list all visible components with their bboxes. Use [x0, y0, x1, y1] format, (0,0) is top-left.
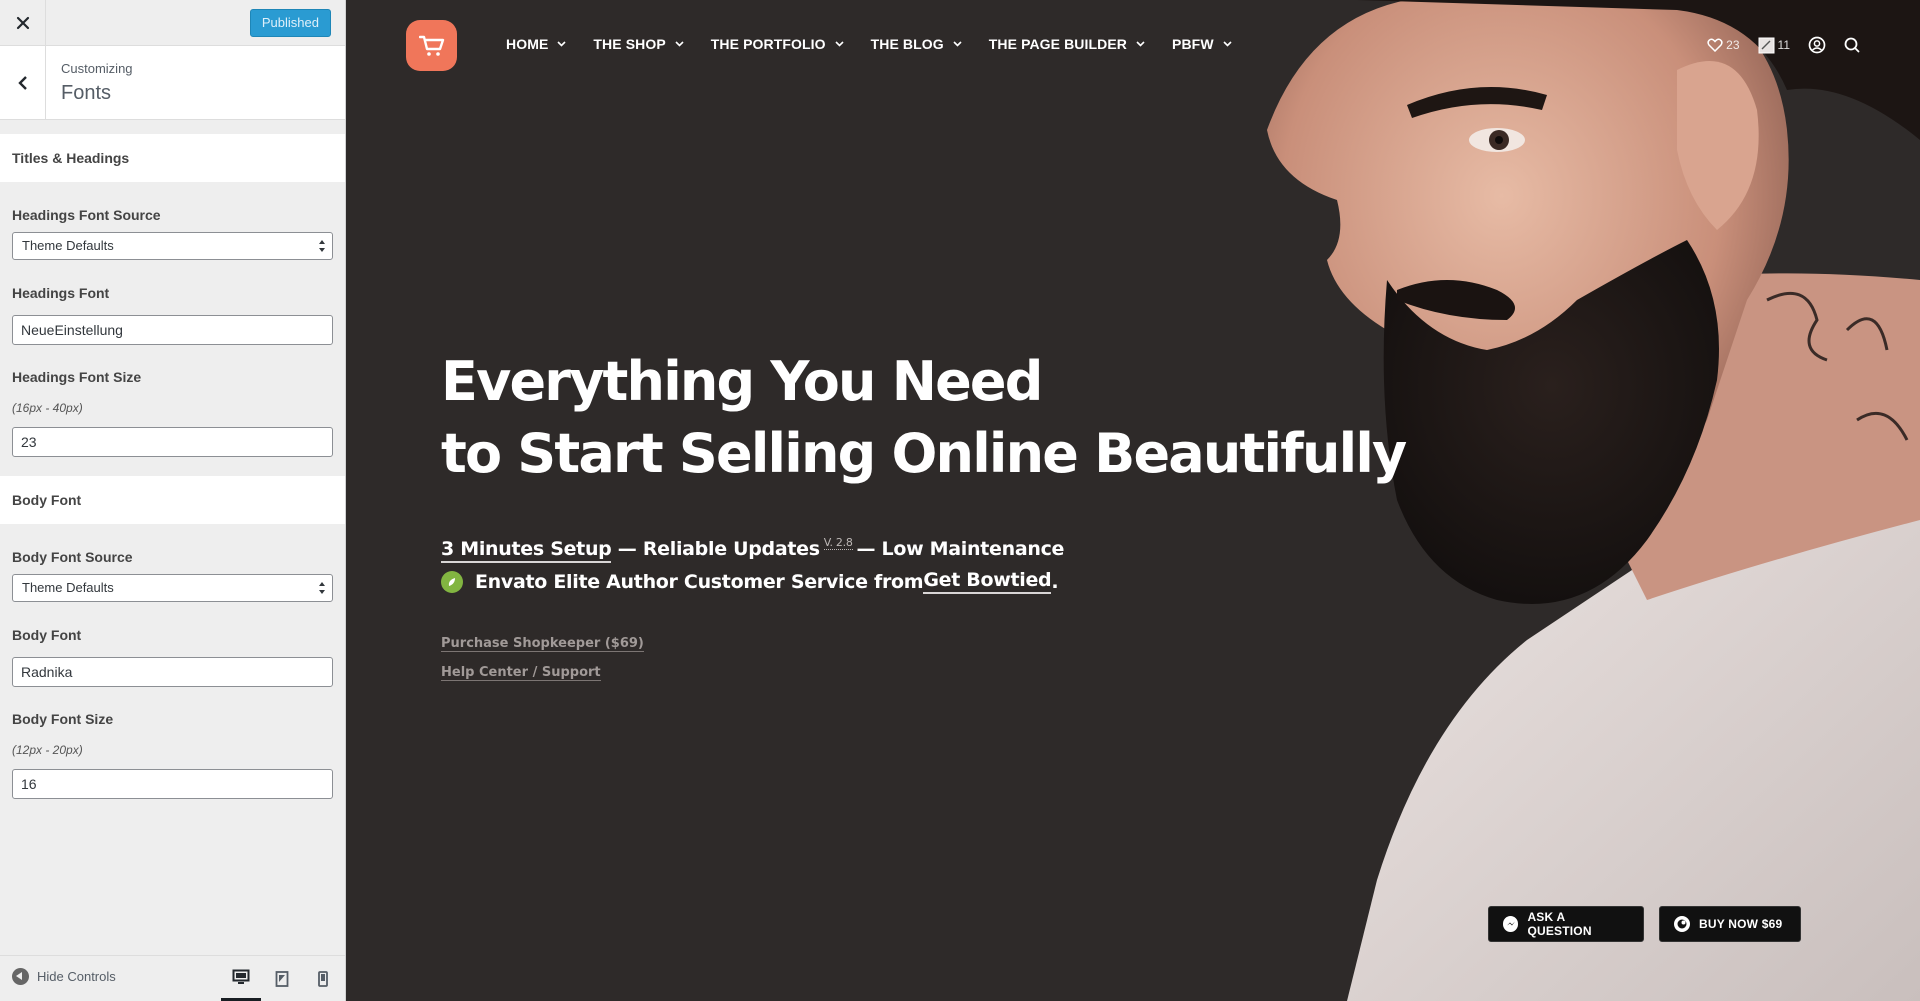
nav-item-blog[interactable]: THE BLOG	[871, 36, 962, 52]
main-nav: HOME THE SHOP THE PORTFOLIO THE BLOG THE…	[506, 36, 1259, 52]
help-center-link[interactable]: Help Center / Support	[441, 665, 601, 681]
search-icon	[1844, 37, 1860, 53]
cart-logo-icon	[418, 35, 444, 56]
buy-now-label: BUY NOW $69	[1699, 917, 1783, 931]
device-desktop-button[interactable]	[221, 956, 261, 1001]
group-heading-body: Body Font	[0, 476, 345, 524]
chevron-down-icon	[1136, 41, 1145, 47]
body-source-select[interactable]: Theme Defaults	[12, 574, 333, 602]
chevron-down-icon	[835, 41, 844, 47]
purchase-link[interactable]: Purchase Shopkeeper ($69)	[441, 636, 644, 652]
get-bowtied-link[interactable]: Get Bowtied	[923, 569, 1052, 594]
messenger-icon	[1503, 916, 1519, 932]
body-source-label: Body Font Source	[12, 549, 133, 565]
heart-icon	[1707, 38, 1723, 52]
headings-size-range: (16px - 40px)	[12, 401, 83, 415]
body-font-input[interactable]: Radnika	[12, 657, 333, 687]
chevron-down-icon	[557, 41, 566, 47]
back-button[interactable]	[0, 46, 46, 120]
chevron-down-icon	[1223, 41, 1232, 47]
customizer-footer: Hide Controls	[0, 955, 345, 1001]
headings-size-input[interactable]: 23	[12, 427, 333, 457]
hide-controls-button[interactable]: Hide Controls	[12, 968, 116, 985]
ask-question-label: ASK A QUESTION	[1527, 910, 1592, 938]
nav-label: THE BLOG	[870, 36, 944, 52]
feature-updates: — Reliable Updates	[611, 538, 820, 560]
publish-button[interactable]: Published	[249, 9, 331, 37]
hero-portrait-image	[1267, 0, 1920, 1001]
setup-link[interactable]: 3 Minutes Setup	[441, 538, 612, 563]
nav-label: THE PORTFOLIO	[710, 36, 826, 52]
close-icon[interactable]	[0, 0, 46, 46]
cart-count: 11	[1777, 38, 1790, 52]
body-font-label: Body Font	[12, 627, 82, 643]
shop-logo[interactable]	[406, 20, 457, 71]
buy-now-button[interactable]: BUY NOW $69	[1659, 906, 1801, 942]
version-badge: V. 2.8	[823, 536, 853, 550]
envato-text: Envato Elite Author Customer Service fro…	[475, 570, 924, 593]
body-size-label: Body Font Size	[12, 711, 114, 727]
device-mobile-button[interactable]	[303, 956, 343, 1001]
body-size-input[interactable]: 16	[12, 769, 333, 799]
buy-circle-icon	[1674, 916, 1690, 932]
headings-source-select[interactable]: Theme Defaults	[12, 232, 333, 260]
customizer-sidebar: Published Customizing Fonts Titles & Hea…	[0, 0, 346, 1001]
period: .	[1051, 570, 1059, 593]
search-button[interactable]	[1844, 37, 1860, 53]
nav-item-page-builder[interactable]: THE PAGE BUILDER	[989, 36, 1145, 52]
breadcrumb: Customizing	[61, 61, 133, 76]
select-arrows-icon	[319, 240, 325, 252]
collapse-icon	[12, 968, 29, 985]
headings-font-input[interactable]: NeueEinstellung	[12, 315, 333, 345]
wishlist-button[interactable]: 23	[1707, 38, 1740, 52]
account-button[interactable]	[1808, 36, 1826, 54]
nav-label: HOME	[506, 36, 549, 52]
cart-button[interactable]: 11	[1758, 37, 1790, 54]
hide-controls-label: Hide Controls	[37, 969, 116, 984]
user-icon	[1808, 36, 1826, 54]
desktop-icon	[232, 969, 250, 984]
device-tablet-button[interactable]	[262, 956, 302, 1001]
hero-headline: Everything You Need to Start Selling Onl…	[441, 346, 1407, 490]
site-preview: HOME THE SHOP THE PORTFOLIO THE BLOG THE…	[347, 0, 1920, 1001]
nav-label: PBFW	[1172, 36, 1214, 52]
envato-leaf-icon	[441, 570, 463, 593]
tablet-icon	[275, 971, 289, 987]
chevron-left-icon	[17, 76, 27, 90]
select-arrows-icon	[319, 582, 325, 594]
feature-maintenance: — Low Maintenance	[856, 538, 1065, 560]
ask-question-button[interactable]: ASK A QUESTION	[1488, 906, 1644, 942]
headline-line-2: to Start Selling Online Beautifully	[441, 422, 1407, 485]
body-size-range: (12px - 20px)	[12, 743, 83, 757]
nav-item-portfolio[interactable]: THE PORTFOLIO	[711, 36, 844, 52]
nav-item-home[interactable]: HOME	[506, 36, 566, 52]
wishlist-count: 23	[1726, 38, 1740, 52]
feature-line-1: 3 Minutes Setup — Reliable Updates V. 2.8…	[441, 536, 1065, 563]
chevron-down-icon	[675, 41, 684, 47]
nav-label: THE SHOP	[593, 36, 666, 52]
nav-item-pbfw[interactable]: PBFW	[1172, 36, 1232, 52]
nav-item-shop[interactable]: THE SHOP	[593, 36, 684, 52]
headings-source-value: Theme Defaults	[22, 238, 114, 253]
nav-label: THE PAGE BUILDER	[988, 36, 1128, 52]
bag-icon	[1758, 37, 1775, 53]
header-icons: 23 11	[1689, 36, 1860, 54]
section-title-area: Customizing Fonts	[0, 46, 345, 120]
headings-font-label: Headings Font	[12, 285, 110, 301]
page-title: Fonts	[61, 82, 112, 104]
chevron-down-icon	[953, 41, 962, 47]
headings-source-label: Headings Font Source	[12, 207, 161, 223]
feature-line-2: Envato Elite Author Customer Service fro…	[441, 569, 1059, 594]
customizer-header: Published	[0, 0, 345, 46]
headline-line-1: Everything You Need	[441, 350, 1043, 413]
headings-size-label: Headings Font Size	[12, 369, 142, 385]
mobile-icon	[318, 971, 328, 987]
body-source-value: Theme Defaults	[22, 580, 114, 595]
group-heading-titles: Titles & Headings	[0, 134, 345, 182]
